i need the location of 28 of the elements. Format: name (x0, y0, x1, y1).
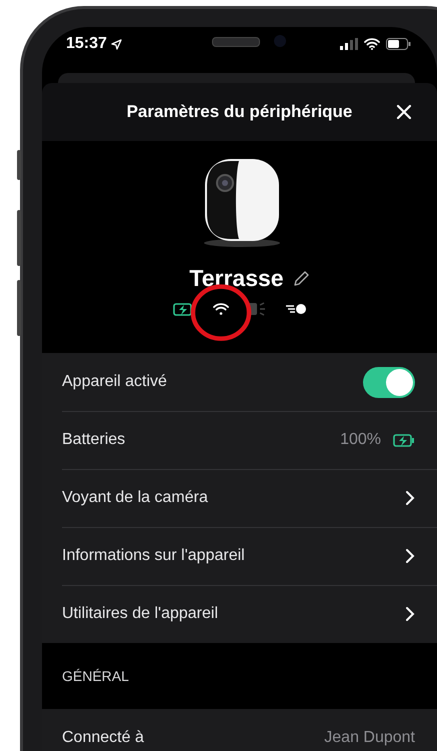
setting-label: Utilitaires de l'appareil (62, 605, 220, 623)
device-name: Terrasse (189, 265, 284, 292)
modal-title: Paramètres du périphérique (126, 102, 352, 122)
wifi-icon (364, 38, 380, 50)
battery-icon (386, 38, 411, 50)
section-heading: GÉNÉRAL (62, 668, 129, 684)
setting-label: Appareil activé (62, 373, 168, 391)
light-icon (246, 302, 266, 316)
front-camera (274, 35, 286, 47)
chevron-icon (405, 548, 415, 564)
chevron-icon (405, 606, 415, 622)
setting-label: Informations sur l'appareil (62, 547, 246, 565)
wifi-icon (212, 303, 228, 315)
charging-battery-icon (393, 434, 415, 446)
pencil-icon[interactable] (292, 270, 310, 288)
setting-label: Batteries (62, 431, 126, 449)
speaker-grille (212, 37, 260, 47)
battery-charging-icon (172, 302, 194, 316)
status-time: 15:37 (66, 35, 107, 53)
setting-value: Jean Dupont (324, 729, 415, 747)
location-arrow-icon (110, 38, 122, 50)
setting-value: 100% (340, 431, 381, 449)
motion-sensor-icon (284, 303, 306, 315)
signal-icon (340, 38, 358, 50)
chevron-icon (405, 490, 415, 506)
setting-label: Connecté à (62, 729, 145, 747)
toggle-switch[interactable] (363, 366, 415, 398)
setting-label: Voyant de la caméra (62, 489, 209, 507)
